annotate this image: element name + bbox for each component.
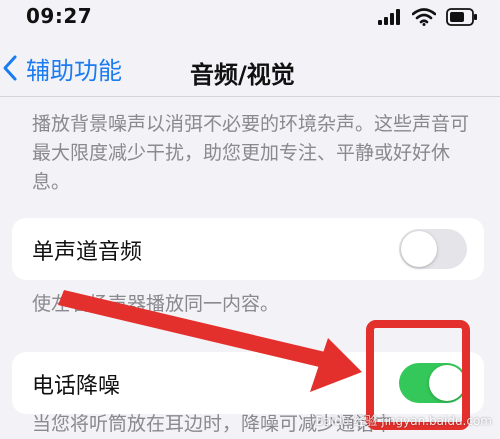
watermark: Baidu 经验 jingyan.baidu.com (315, 414, 492, 428)
